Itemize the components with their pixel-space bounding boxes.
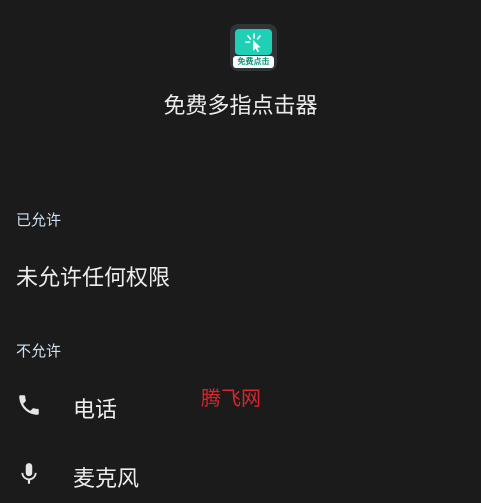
permission-label-phone: 电话 bbox=[73, 398, 118, 423]
permission-row-microphone[interactable]: 麦克风 bbox=[0, 449, 481, 499]
watermark-text: 腾飞网 bbox=[201, 386, 261, 410]
allowed-empty-text: 未允许任何权限 bbox=[16, 266, 171, 291]
cursor-click-icon bbox=[245, 33, 261, 53]
app-icon-screen bbox=[235, 29, 272, 55]
microphone-icon bbox=[16, 461, 42, 487]
app-icon: 免费点击 bbox=[230, 24, 277, 71]
app-title: 免费多指点击器 bbox=[163, 94, 318, 119]
allowed-section-header: 已允许 bbox=[16, 211, 62, 229]
denied-section-header: 不允许 bbox=[16, 342, 62, 360]
permission-label-microphone: 麦克风 bbox=[73, 467, 140, 492]
phone-icon bbox=[16, 392, 42, 418]
app-icon-banner: 免费点击 bbox=[233, 56, 274, 68]
